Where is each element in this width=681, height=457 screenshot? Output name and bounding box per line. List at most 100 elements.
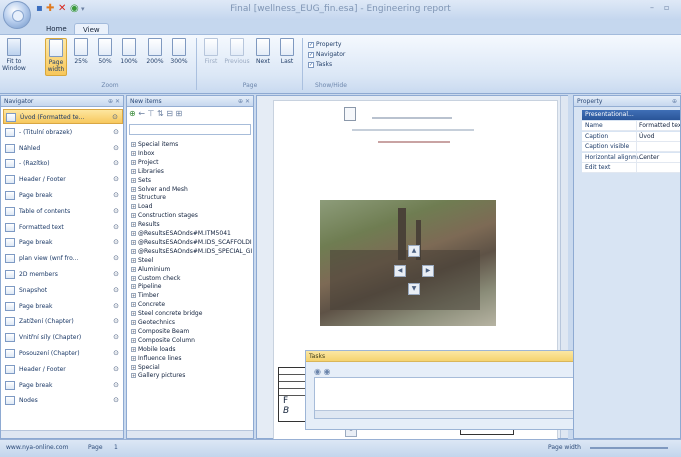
- tasks-forward-icon[interactable]: ◉: [324, 367, 331, 376]
- tree-node[interactable]: + Construction stages: [131, 212, 198, 220]
- expand-toggle-icon[interactable]: +: [131, 257, 136, 263]
- visibility-eye-icon[interactable]: ⊙: [113, 299, 119, 314]
- navigator-item[interactable]: Header / Footer ⊙: [3, 172, 123, 187]
- tree-node[interactable]: + Geotechnics: [131, 319, 175, 327]
- tree-node[interactable]: + Special: [131, 364, 160, 372]
- property-value[interactable]: Úvod: [636, 131, 680, 142]
- navigator-item[interactable]: Page break ⊙: [3, 299, 123, 314]
- property-row[interactable]: Name Formatted text: [582, 121, 680, 131]
- zoom-25-button[interactable]: 25%: [70, 38, 92, 65]
- previous-page-button[interactable]: Previous: [224, 38, 250, 65]
- property-row[interactable]: Caption visible: [582, 142, 680, 152]
- visibility-eye-icon[interactable]: ⊙: [112, 110, 118, 125]
- tree-node[interactable]: + Pipeline: [131, 283, 161, 291]
- next-page-button[interactable]: Next: [252, 38, 274, 65]
- tree-node[interactable]: + Timber: [131, 292, 159, 300]
- navigator-checkbox[interactable]: ✓ Navigator: [308, 50, 356, 60]
- expand-toggle-icon[interactable]: +: [131, 186, 136, 192]
- tree-node[interactable]: + Load: [131, 203, 152, 211]
- expand-toggle-icon[interactable]: +: [131, 168, 136, 174]
- property-row[interactable]: Edit text: [582, 163, 680, 173]
- tree-node[interactable]: + Influence lines: [131, 355, 182, 363]
- tree-node[interactable]: + Steel concrete bridge: [131, 310, 202, 318]
- new-items-search-input[interactable]: [129, 124, 251, 135]
- navigator-item[interactable]: Page break ⊙: [3, 378, 123, 393]
- tree-node[interactable]: + Aluminium: [131, 266, 170, 274]
- visibility-eye-icon[interactable]: ⊙: [113, 393, 119, 408]
- visibility-eye-icon[interactable]: ⊙: [113, 251, 119, 266]
- pane-close-icon[interactable]: ⊕ ✕: [238, 96, 250, 107]
- pane-pin-icon[interactable]: ⊕: [672, 96, 677, 107]
- navigator-item[interactable]: Page break ⊙: [3, 235, 123, 250]
- expand-icon[interactable]: ⊞: [176, 109, 183, 118]
- pan-up-button[interactable]: ▲: [408, 245, 420, 257]
- expand-toggle-icon[interactable]: +: [131, 346, 136, 352]
- fit-to-window-button[interactable]: Fit to Window: [2, 38, 26, 72]
- tasks-checkbox[interactable]: ✓ Tasks: [308, 60, 356, 70]
- navigator-item[interactable]: 2D members ⊙: [3, 267, 123, 282]
- back-icon[interactable]: ←: [138, 109, 145, 118]
- navigator-item[interactable]: - (Razítko) ⊙: [3, 156, 123, 171]
- pan-down-button[interactable]: ▼: [408, 283, 420, 295]
- property-value[interactable]: [636, 163, 680, 173]
- navigator-item[interactable]: - (Titulní obrazek) ⊙: [3, 125, 123, 140]
- navigator-item[interactable]: Formatted text ⊙: [3, 220, 123, 235]
- expand-toggle-icon[interactable]: +: [131, 195, 136, 201]
- navigator-item[interactable]: Posouzení (Chapter) ⊙: [3, 346, 123, 361]
- first-page-button[interactable]: First: [200, 38, 222, 65]
- tree-node[interactable]: + Results: [131, 221, 160, 229]
- tree-node[interactable]: + Composite Beam: [131, 328, 189, 336]
- maximize-icon[interactable]: ▫: [664, 3, 669, 12]
- visibility-eye-icon[interactable]: ⊙: [113, 235, 119, 250]
- expand-toggle-icon[interactable]: +: [131, 159, 136, 165]
- navigator-item[interactable]: Vnitřní síly (Chapter) ⊙: [3, 330, 123, 345]
- tree-node[interactable]: + @ResultsESAOnds#M.IDS_SCAFFOLDI: [131, 239, 252, 247]
- navigator-item[interactable]: Zatížení (Chapter) ⊙: [3, 314, 123, 329]
- pan-right-button[interactable]: ▶: [422, 265, 434, 277]
- tree-node[interactable]: + Steel: [131, 257, 153, 265]
- tasks-hscrollbar[interactable]: [315, 410, 609, 418]
- minimize-icon[interactable]: –: [650, 3, 654, 12]
- zoom-100-button[interactable]: 100%: [118, 38, 140, 65]
- property-row[interactable]: Caption Úvod: [582, 131, 680, 142]
- expand-toggle-icon[interactable]: +: [131, 275, 136, 281]
- visibility-eye-icon[interactable]: ⊙: [113, 330, 119, 345]
- navigator-item[interactable]: Table of contents ⊙: [3, 204, 123, 219]
- visibility-eye-icon[interactable]: ⊙: [113, 283, 119, 298]
- application-menu-button[interactable]: [3, 1, 31, 29]
- pane-close-icon[interactable]: ⊕ ✕: [108, 96, 120, 107]
- pan-left-button[interactable]: ◀: [394, 265, 406, 277]
- tree-node[interactable]: + @ResultsESAOnds#M.IDS_SPECIAL_GI: [131, 248, 252, 256]
- visibility-eye-icon[interactable]: ⊙: [113, 220, 119, 235]
- visibility-eye-icon[interactable]: ⊙: [113, 346, 119, 361]
- tree-node[interactable]: + Solver and Mesh: [131, 186, 188, 194]
- visibility-eye-icon[interactable]: ⊙: [113, 125, 119, 140]
- expand-toggle-icon[interactable]: +: [131, 328, 136, 334]
- tree-node[interactable]: + Project: [131, 159, 159, 167]
- navigator-item[interactable]: Náhled ⊙: [3, 141, 123, 156]
- expand-toggle-icon[interactable]: +: [131, 142, 136, 147]
- tree-node[interactable]: + Mobile loads: [131, 346, 176, 354]
- tasks-back-icon[interactable]: ◉: [314, 367, 321, 376]
- property-value[interactable]: [636, 142, 680, 152]
- property-checkbox[interactable]: ✓ Property: [308, 40, 356, 50]
- expand-toggle-icon[interactable]: +: [131, 320, 136, 325]
- expand-toggle-icon[interactable]: +: [131, 373, 136, 379]
- navigator-item[interactable]: plan view (wnf fro... ⊙: [3, 251, 123, 266]
- tree-node[interactable]: + Inbox: [131, 150, 154, 158]
- expand-toggle-icon[interactable]: +: [131, 204, 136, 210]
- zoom-300-button[interactable]: 300%: [168, 38, 190, 65]
- expand-toggle-icon[interactable]: +: [131, 364, 136, 370]
- tree-node[interactable]: + Composite Column: [131, 337, 195, 345]
- expand-toggle-icon[interactable]: +: [131, 293, 136, 299]
- tree-node[interactable]: + Concrete: [131, 301, 165, 309]
- zoom-slider[interactable]: [590, 447, 668, 449]
- expand-toggle-icon[interactable]: +: [131, 213, 136, 219]
- expand-toggle-icon[interactable]: +: [131, 302, 136, 308]
- expand-toggle-icon[interactable]: +: [131, 248, 136, 254]
- visibility-eye-icon[interactable]: ⊙: [113, 314, 119, 329]
- page-width-button[interactable]: Page width: [45, 38, 67, 76]
- visibility-eye-icon[interactable]: ⊙: [113, 141, 119, 156]
- property-value[interactable]: Center: [636, 152, 680, 163]
- filter-icon[interactable]: ⊤: [148, 109, 155, 118]
